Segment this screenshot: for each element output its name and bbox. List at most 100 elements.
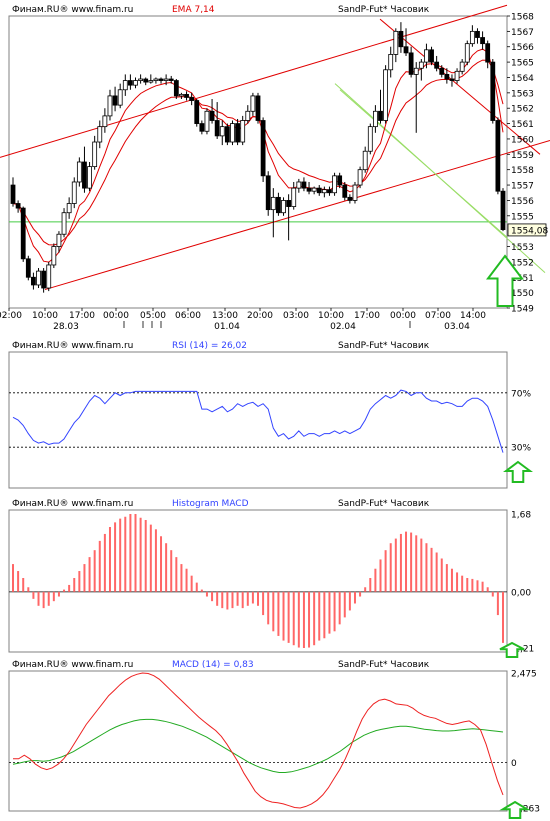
- candle-body: [372, 110, 378, 128]
- time-tick-label: 10:00: [32, 311, 58, 321]
- candle-body: [337, 175, 343, 186]
- candle-body: [107, 95, 113, 117]
- candle-body: [332, 175, 337, 194]
- price-tick-label: 1564: [511, 74, 534, 84]
- candle-body: [439, 67, 445, 75]
- candle-body: [429, 49, 434, 63]
- candle-body: [306, 187, 312, 192]
- rsi-plot-area: [8, 351, 508, 489]
- time-tick-label: 03:00: [283, 311, 309, 321]
- rsi-title: RSI (14) = 26,02: [172, 341, 247, 351]
- candle-body: [219, 126, 225, 137]
- candle-body: [459, 61, 465, 72]
- candle-body: [250, 95, 256, 112]
- candle-body: [184, 93, 189, 98]
- date-label: 01.04: [214, 322, 240, 332]
- macd-source: Финам.RU® www.finam.ru: [12, 660, 133, 670]
- macd-tick-label: 2,475: [511, 670, 537, 680]
- candle-body: [444, 74, 450, 80]
- candle-body: [418, 61, 424, 69]
- candle-body: [260, 120, 266, 177]
- candle-body: [25, 258, 31, 278]
- candle-body: [112, 95, 118, 106]
- candle-body: [209, 110, 215, 121]
- candle-body: [235, 123, 240, 143]
- candle-body: [301, 181, 307, 189]
- candle-body: [102, 115, 108, 128]
- candle-body: [66, 203, 72, 214]
- candle-body: [138, 78, 144, 81]
- time-tick-label: 06:00: [175, 311, 201, 321]
- time-tick-label: 17:00: [354, 311, 380, 321]
- candle-body: [36, 270, 41, 286]
- candle-body: [485, 43, 491, 63]
- candle-body: [133, 80, 138, 86]
- price-instrument: SandP-Fut* Часовик: [338, 5, 430, 15]
- arrow-shape: [503, 460, 533, 483]
- candle-body: [224, 126, 230, 143]
- candle-body: [173, 80, 179, 97]
- candle-body: [148, 80, 154, 83]
- candle-body: [61, 212, 67, 235]
- candle-body: [46, 264, 52, 289]
- candle-body: [281, 200, 286, 214]
- candle-body: [500, 190, 506, 231]
- rsi-panel: Финам.RU® www.finam.ru RSI (14) = 26,02 …: [8, 341, 533, 489]
- candle-body: [189, 97, 195, 101]
- candle-body: [413, 67, 419, 75]
- candle-body: [276, 196, 281, 214]
- time-tick-label: 20:00: [247, 311, 273, 321]
- time-tick-label: 05:00: [140, 311, 166, 321]
- candle-body: [398, 30, 404, 48]
- candle-body: [480, 37, 485, 45]
- time-tick-label: 14:00: [460, 311, 486, 321]
- candle-body: [475, 30, 480, 38]
- candle-body: [122, 80, 128, 91]
- macd-title: MACD (14) = 0,83: [172, 660, 254, 670]
- time-tick-label: 00:00: [390, 311, 416, 321]
- price-tick-label: 1557: [511, 182, 534, 192]
- candle-body: [434, 61, 440, 69]
- price-tick-label: 1550: [511, 289, 534, 299]
- candle-body: [403, 46, 409, 54]
- time-tick-label: 02:00: [0, 311, 22, 321]
- price-tick-label: 1553: [511, 243, 534, 253]
- candle-body: [87, 166, 92, 189]
- candle-body: [179, 93, 184, 97]
- price-tick-label: 1555: [511, 212, 534, 222]
- macd-panel: Финам.RU® www.finam.ru MACD (14) = 0,83 …: [8, 660, 540, 819]
- date-label: 02.04: [330, 322, 356, 332]
- rsi-instrument: SandP-Fut* Часовик: [338, 341, 430, 351]
- candle-body: [76, 161, 82, 183]
- rsi-y-axis: 70% 30%: [511, 389, 531, 453]
- candle-body: [393, 30, 399, 55]
- candle-body: [31, 276, 36, 286]
- candle-body: [291, 187, 297, 207]
- rsi-tick-label: 70%: [511, 389, 531, 399]
- finam-chart: Финам.RU® www.finam.ru EMA 7,14 SandP-Fu…: [0, 4, 550, 819]
- candle-body: [143, 78, 149, 83]
- candle-body: [97, 126, 103, 143]
- price-tick-label: 1567: [511, 28, 534, 38]
- candle-body: [408, 52, 414, 75]
- last-price-label: 1554,08: [511, 226, 548, 236]
- candle-body: [82, 161, 87, 189]
- price-tick-label: 1556: [511, 197, 534, 207]
- time-tick-label: 13:00: [212, 311, 238, 321]
- macd-plot-area: [8, 670, 508, 812]
- price-x-axis: 02:00 10:00 17:00 00:00 05:00 06:00 13:00 20:00…: [0, 308, 486, 332]
- price-title: EMA 7,14: [172, 5, 215, 15]
- candle-body: [199, 123, 205, 132]
- candle-body: [321, 189, 327, 194]
- candle-body: [10, 184, 16, 204]
- candle-body: [41, 270, 47, 289]
- candle-body: [153, 78, 159, 81]
- macd-instrument: SandP-Fut* Часовик: [338, 660, 430, 670]
- candle-body: [20, 207, 26, 260]
- candle-body: [71, 181, 77, 204]
- price-tick-label: 1561: [511, 120, 534, 130]
- candle-body: [495, 120, 501, 192]
- candle-body: [286, 200, 292, 207]
- date-label: 03.04: [444, 322, 470, 332]
- histogram-tick-label: 1,68: [511, 511, 531, 521]
